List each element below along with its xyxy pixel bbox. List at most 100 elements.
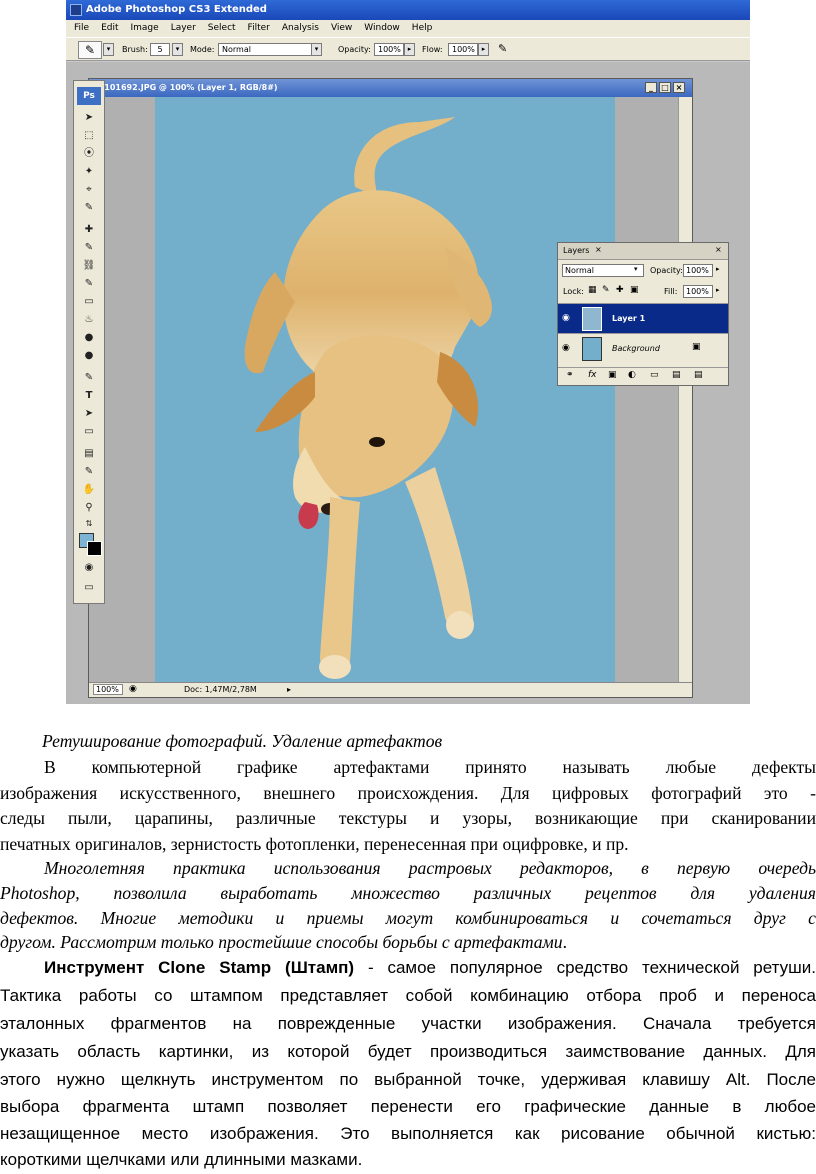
lock-pixels-icon[interactable]: ✎: [602, 285, 610, 295]
type-tool-icon[interactable]: T: [80, 389, 98, 403]
blend-row: Normal ▾ Opacity: 100% ▸: [558, 263, 728, 279]
lasso-tool-icon[interactable]: ⦿: [80, 147, 98, 161]
status-menu-arrow-icon[interactable]: ▸: [287, 683, 291, 696]
menu-help[interactable]: Help: [412, 20, 433, 37]
adjustment-layer-icon[interactable]: ◐: [628, 370, 636, 380]
mode-select-arrow[interactable]: ▾: [311, 43, 322, 56]
layer-name: Background: [612, 344, 660, 353]
menu-window[interactable]: Window: [364, 20, 400, 37]
flow-slider-arrow[interactable]: ▸: [478, 43, 489, 56]
path-select-icon[interactable]: ➤: [80, 407, 98, 421]
layer-opacity-input[interactable]: 100%: [683, 264, 713, 277]
layer-style-icon[interactable]: fx: [588, 370, 597, 380]
layers-panel-footer: ⚭ fx ▣ ◐ ▭ ▤ ▤: [558, 367, 728, 385]
screen-mode-icon[interactable]: ▭: [80, 581, 98, 595]
lock-transparency-icon[interactable]: ▦: [588, 285, 597, 295]
current-tool-brush-icon[interactable]: ✎: [78, 41, 102, 59]
layers-tab[interactable]: Layers: [563, 246, 589, 255]
document-window: p0101692.JPG @ 100% (Layer 1, RGB/8#) _ …: [88, 78, 693, 698]
zoom-tool-icon[interactable]: ⚲: [80, 501, 98, 515]
opacity-slider-arrow[interactable]: ▸: [404, 43, 415, 56]
clone-stamp-heading: Инструмент Clone Stamp (Штамп): [44, 958, 355, 977]
text-line: Инструмент Clone Stamp (Штамп) - самое п…: [44, 958, 816, 978]
blend-mode-arrow[interactable]: ▾: [634, 265, 638, 273]
fill-input[interactable]: 100%: [683, 285, 713, 298]
menu-edit[interactable]: Edit: [101, 20, 118, 37]
history-brush-icon[interactable]: ✎: [80, 277, 98, 291]
lock-row: Lock: ▦ ✎ ✚ ▣ Fill: 100% ▸: [558, 284, 728, 300]
delete-layer-icon[interactable]: ▤: [694, 370, 703, 380]
crop-tool-icon[interactable]: ⌖: [80, 183, 98, 197]
opacity-input[interactable]: 100%: [374, 43, 404, 56]
tab-close-icon[interactable]: ×: [595, 245, 602, 254]
airbrush-icon[interactable]: ✎: [498, 42, 507, 55]
text-line: следы пыли, царапины, различные текстуры…: [0, 808, 816, 828]
clone-stamp-icon[interactable]: ⛓: [80, 259, 98, 273]
paint-bucket-icon[interactable]: ♨: [80, 313, 98, 327]
quick-mask-icon[interactable]: ◉: [80, 561, 98, 575]
blend-mode-select[interactable]: Normal: [562, 264, 644, 277]
hand-tool-icon[interactable]: ✋: [80, 483, 98, 497]
menu-image[interactable]: Image: [131, 20, 159, 37]
tongue: [298, 502, 319, 529]
brush-picker-arrow[interactable]: ▾: [172, 43, 183, 56]
mode-select[interactable]: Normal: [218, 43, 312, 56]
minimize-button[interactable]: _: [645, 82, 657, 93]
dodge-tool-icon[interactable]: ●: [80, 349, 98, 363]
lock-all-icon[interactable]: ▣: [630, 285, 639, 295]
menu-view[interactable]: View: [331, 20, 352, 37]
menu-file[interactable]: File: [74, 20, 89, 37]
close-button[interactable]: ×: [673, 82, 685, 93]
magic-wand-icon[interactable]: ✦: [80, 165, 98, 179]
text-line-rest: - самое популярное средство технической …: [354, 958, 816, 977]
link-layers-icon[interactable]: ⚭: [566, 370, 574, 380]
tool-preset-dropdown[interactable]: ▾: [103, 43, 114, 56]
text-line: выбора фрагмента штамп позволяет перенес…: [0, 1097, 816, 1116]
mode-label: Mode:: [190, 45, 215, 54]
image-canvas[interactable]: [155, 97, 615, 682]
zoom-icon: ◉: [129, 684, 137, 694]
menu-select[interactable]: Select: [208, 20, 236, 37]
vertical-scrollbar[interactable]: [678, 97, 692, 682]
visibility-eye-icon[interactable]: ◉: [562, 313, 574, 323]
move-tool-icon[interactable]: ➤: [80, 111, 98, 125]
brush-size-picker[interactable]: 5: [150, 43, 170, 56]
healing-brush-icon[interactable]: ✚: [80, 223, 98, 237]
menu-analysis[interactable]: Analysis: [282, 20, 319, 37]
maximize-button[interactable]: □: [659, 82, 671, 93]
marquee-tool-icon[interactable]: ⬚: [80, 129, 98, 143]
text-line: другом. Рассмотрим только простейшие спо…: [0, 932, 816, 953]
lock-label: Lock:: [563, 287, 584, 296]
pen-tool-icon[interactable]: ✎: [80, 371, 98, 385]
options-bar: ✎ ▾ Brush: 5 ▾ Mode: Normal ▾ Opacity: 1…: [66, 37, 750, 61]
new-layer-icon[interactable]: ▤: [672, 370, 681, 380]
layer-opacity-arrow[interactable]: ▸: [716, 265, 720, 273]
visibility-eye-icon[interactable]: ◉: [562, 343, 574, 353]
slice-tool-icon[interactable]: ✎: [80, 201, 98, 215]
panel-close-icon[interactable]: ×: [715, 245, 722, 254]
flow-label: Flow:: [422, 45, 443, 54]
swap-colors-icon[interactable]: ⇅: [80, 517, 98, 531]
eraser-icon[interactable]: ▭: [80, 295, 98, 309]
notes-tool-icon[interactable]: ▤: [80, 447, 98, 461]
text-line: Photoshop, позволила выработать множеств…: [0, 883, 816, 903]
eyedropper-icon[interactable]: ✎: [80, 465, 98, 479]
zoom-field[interactable]: 100%: [93, 684, 123, 695]
doc-size-info: Doc: 1,47M/2,78M: [184, 685, 257, 694]
layer-row-layer1[interactable]: ◉ Layer 1: [558, 303, 728, 333]
fill-arrow[interactable]: ▸: [716, 286, 720, 294]
brush-label: Brush:: [122, 45, 148, 54]
blur-tool-icon[interactable]: ●: [80, 331, 98, 345]
brush-tool-icon[interactable]: ✎: [80, 241, 98, 255]
layer-row-background[interactable]: ◉ Background ▣: [558, 333, 728, 363]
menu-filter[interactable]: Filter: [248, 20, 270, 37]
layer-mask-icon[interactable]: ▣: [608, 370, 617, 380]
menu-layer[interactable]: Layer: [171, 20, 196, 37]
shape-tool-icon[interactable]: ▭: [80, 425, 98, 439]
background-color-swatch[interactable]: [87, 541, 102, 556]
ps-logo: Ps: [77, 87, 101, 105]
new-group-icon[interactable]: ▭: [650, 370, 659, 380]
flow-input[interactable]: 100%: [448, 43, 478, 56]
photoshop-app-icon: [70, 4, 82, 16]
lock-position-icon[interactable]: ✚: [616, 285, 624, 295]
